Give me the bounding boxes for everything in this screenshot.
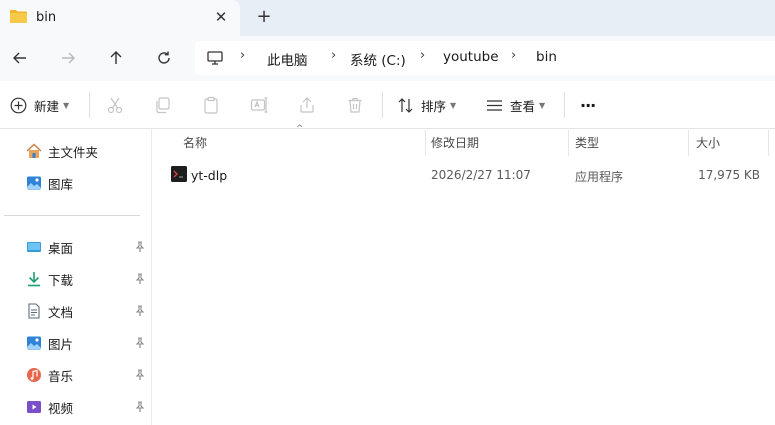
toolbar-divider (89, 92, 90, 118)
command-bar: 新建 ▼ 排序 ▼ 查看 ▼ ··· (0, 82, 775, 129)
new-button[interactable]: 新建 ▼ (10, 94, 69, 116)
chevron-down-icon: ▼ (539, 100, 546, 110)
sort-button-label: 排序 (421, 98, 447, 114)
column-divider[interactable] (768, 130, 769, 156)
sidebar-item-downloads[interactable]: 下载 (26, 269, 73, 289)
rename-icon[interactable] (250, 96, 268, 114)
folder-icon (10, 10, 27, 23)
terminal-app-icon (171, 166, 187, 182)
pictures-icon (27, 336, 41, 350)
sidebar-divider (4, 215, 140, 216)
column-header-modified[interactable]: 修改日期 (431, 134, 479, 151)
sort-icon (398, 97, 413, 113)
sidebar-item-gallery[interactable]: 图库 (26, 173, 73, 193)
column-header-type[interactable]: 类型 (575, 134, 599, 151)
sidebar-item-label: 视频 (48, 400, 74, 416)
close-tab-button[interactable]: ✕ (211, 7, 231, 27)
arrow-up-icon (110, 51, 122, 64)
tab-strip: bin ✕ + (0, 0, 775, 36)
column-header-name[interactable]: 名称 (183, 134, 207, 151)
computer-icon (207, 51, 223, 65)
desktop-icon (27, 242, 41, 252)
navigation-pane: 主文件夹 图库 桌面 下载 文档 图片 音乐 视频 (0, 129, 152, 425)
refresh-button[interactable] (151, 46, 177, 70)
tab-title: bin (36, 10, 57, 25)
video-icon (27, 401, 41, 413)
breadcrumb-bin[interactable]: bin (536, 49, 557, 65)
breadcrumb-this-pc[interactable]: 此电脑 (267, 49, 308, 69)
document-icon (28, 303, 40, 319)
view-list-icon (487, 99, 502, 111)
breadcrumb-separator: › (511, 48, 517, 63)
up-button[interactable] (103, 46, 129, 70)
delete-icon[interactable] (346, 96, 364, 114)
table-row[interactable]: yt-dlp 2026/2/27 11:07 应用程序 17,975 KB (160, 160, 775, 188)
sidebar-item-music[interactable]: 音乐 (26, 365, 73, 385)
sort-button[interactable]: 排序 ▼ (397, 94, 456, 116)
column-divider[interactable] (568, 130, 569, 156)
pin-icon[interactable] (134, 305, 146, 317)
toolbar-divider (564, 92, 565, 118)
pin-icon[interactable] (134, 273, 146, 285)
gallery-icon (27, 176, 41, 190)
music-icon (27, 368, 41, 382)
file-type: 应用程序 (575, 170, 624, 184)
arrow-left-icon (13, 52, 26, 64)
share-icon[interactable] (298, 96, 316, 114)
sidebar-item-label: 图库 (48, 176, 74, 192)
column-header-size[interactable]: 大小 (696, 134, 720, 151)
view-button[interactable]: 查看 ▼ (486, 94, 545, 116)
new-tab-button[interactable]: + (253, 6, 275, 28)
cut-icon[interactable] (106, 96, 124, 114)
column-divider[interactable] (688, 130, 689, 156)
chevron-down-icon: ▼ (63, 100, 70, 110)
sidebar-item-label: 音乐 (48, 368, 74, 384)
back-button[interactable] (7, 46, 33, 70)
sidebar-item-label: 桌面 (48, 240, 74, 256)
download-icon (28, 272, 40, 287)
pin-icon[interactable] (134, 369, 146, 381)
pin-icon[interactable] (134, 241, 146, 253)
new-button-label: 新建 (34, 98, 60, 114)
sidebar-item-desktop[interactable]: 桌面 (26, 237, 73, 257)
sidebar-item-label: 主文件夹 (48, 144, 99, 160)
sidebar-item-label: 图片 (48, 336, 74, 352)
breadcrumb-youtube[interactable]: youtube (443, 49, 499, 65)
pin-icon[interactable] (134, 337, 146, 349)
address-bar[interactable]: › 此电脑 › 系统 (C:) › youtube › bin (195, 41, 775, 75)
sidebar-item-home[interactable]: 主文件夹 (26, 141, 98, 161)
file-modified: 2026/2/27 11:07 (431, 168, 531, 182)
sort-ascending-icon: ^ (296, 124, 304, 134)
view-button-label: 查看 (510, 98, 536, 114)
toolbar-divider (382, 92, 383, 118)
breadcrumb-separator: › (331, 48, 337, 63)
sidebar-item-documents[interactable]: 文档 (26, 301, 73, 321)
plus-circle-icon (10, 97, 27, 113)
more-options-button[interactable]: ··· (580, 94, 596, 116)
column-divider[interactable] (425, 130, 426, 156)
refresh-icon (158, 51, 170, 64)
paste-icon[interactable] (202, 96, 220, 114)
sidebar-item-label: 下载 (48, 272, 74, 288)
forward-button[interactable] (55, 46, 81, 70)
pin-icon[interactable] (134, 401, 146, 413)
breadcrumb-drive-c[interactable]: 系统 (C:) (350, 49, 406, 69)
file-size: 17,975 KB (698, 168, 760, 182)
chevron-down-icon: ▼ (450, 100, 457, 110)
tab-bin[interactable]: bin ✕ (0, 0, 240, 36)
sidebar-item-pictures[interactable]: 图片 (26, 333, 73, 353)
sidebar-item-videos[interactable]: 视频 (26, 397, 73, 417)
home-icon (26, 143, 42, 158)
breadcrumb-separator: › (420, 48, 426, 63)
arrow-right-icon (62, 52, 75, 64)
copy-icon[interactable] (154, 96, 172, 114)
sidebar-item-label: 文档 (48, 304, 74, 320)
file-name: yt-dlp (191, 168, 228, 183)
breadcrumb-separator: › (240, 48, 246, 63)
